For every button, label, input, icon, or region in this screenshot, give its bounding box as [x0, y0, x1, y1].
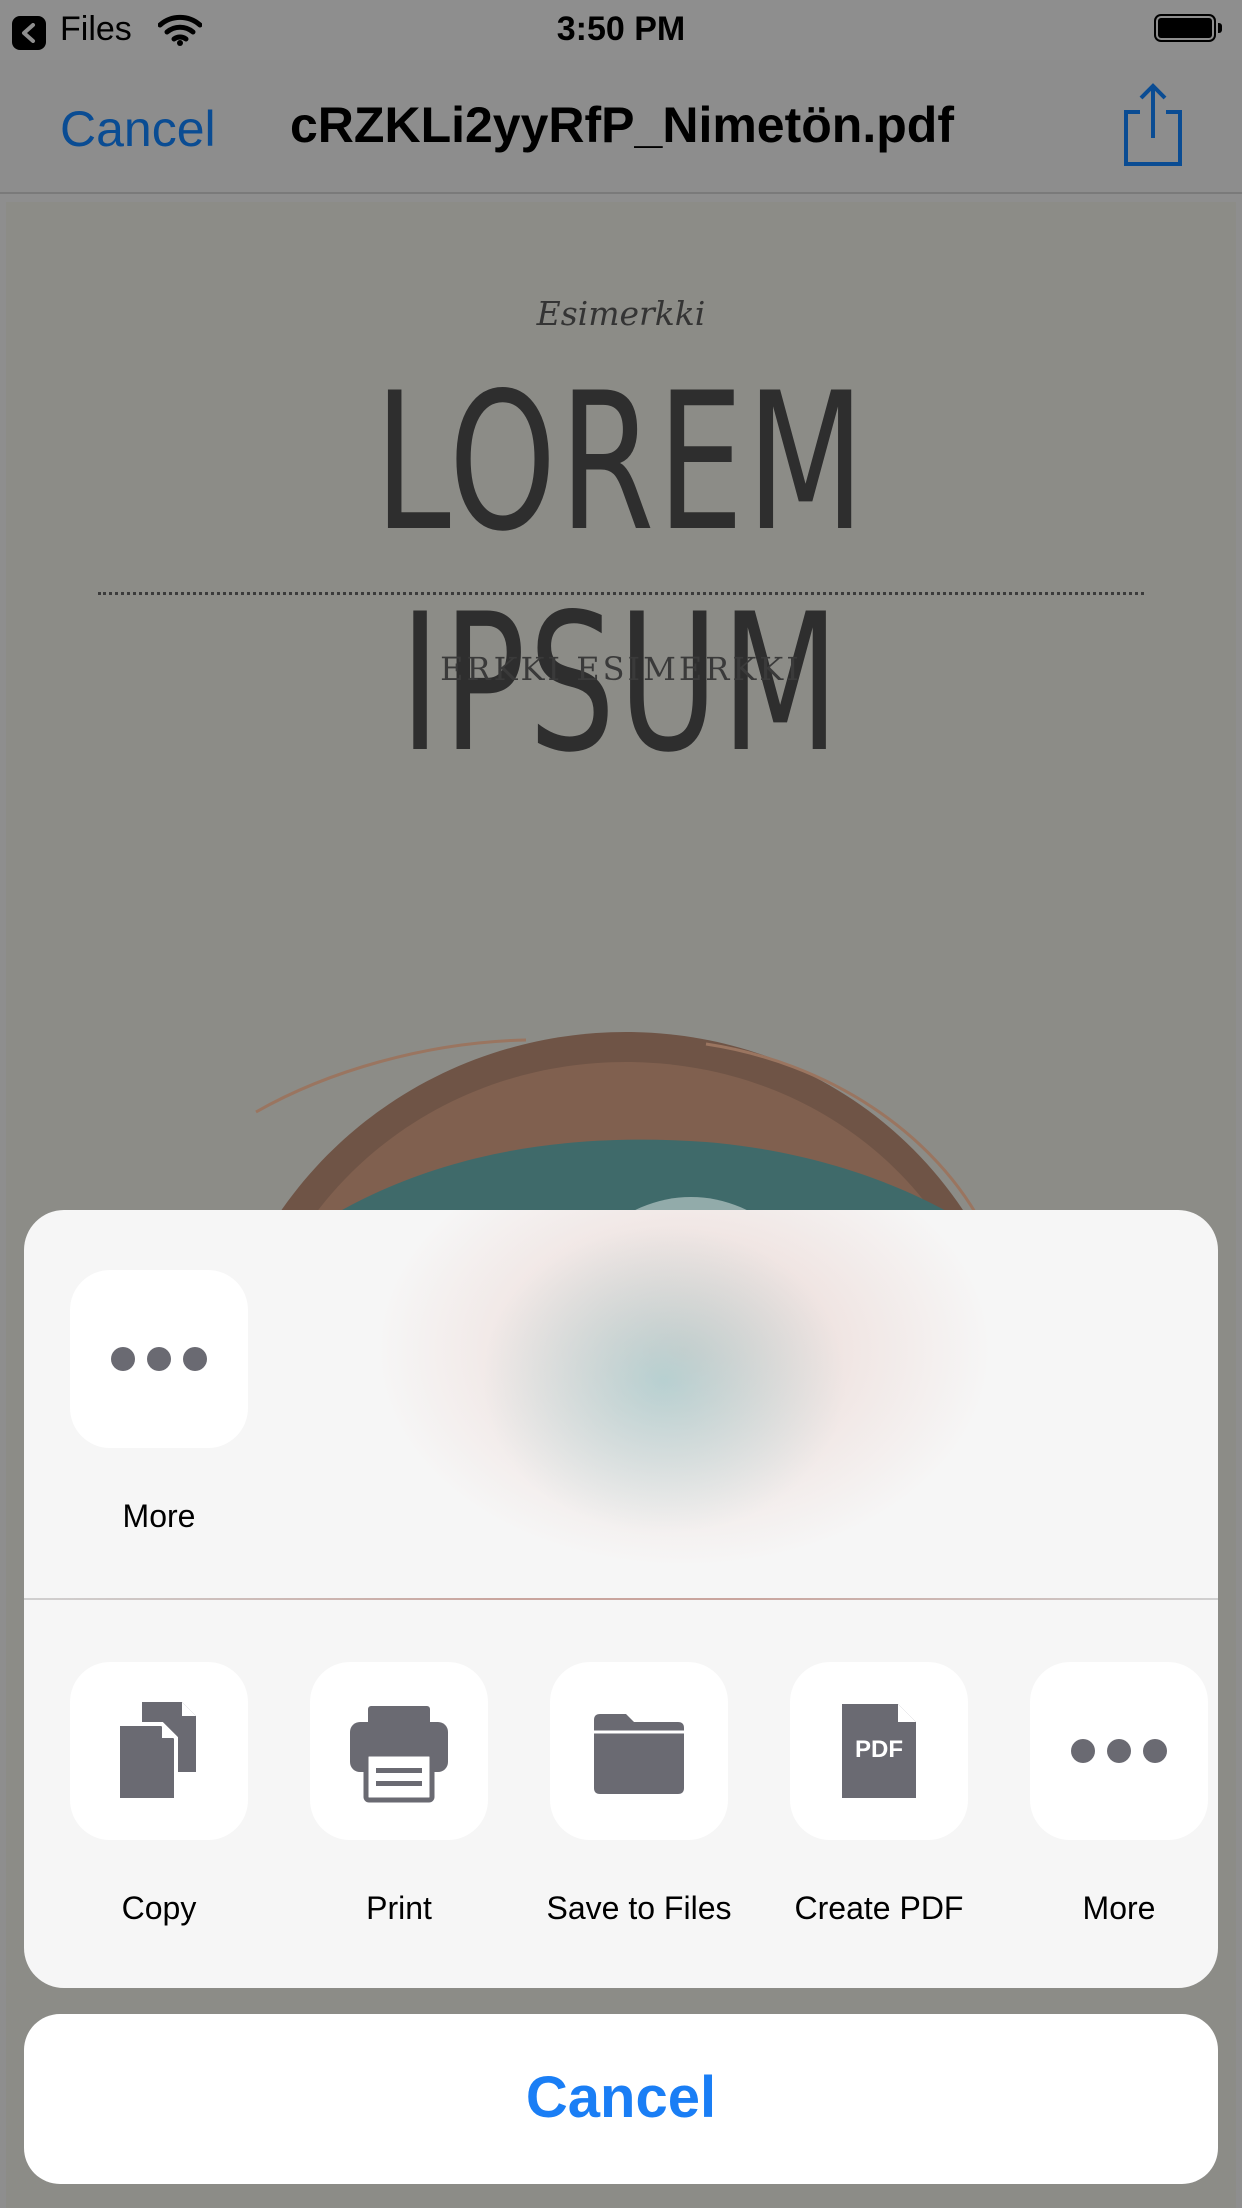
create-pdf-action-button[interactable]: PDF Create PDF: [790, 1662, 968, 1927]
share-sheet-cancel-label: Cancel: [525, 2065, 717, 2130]
create-pdf-action-label: Create PDF: [794, 1890, 964, 1926]
save-to-files-action-tile[interactable]: [550, 1662, 728, 1840]
create-pdf-action-tile[interactable]: PDF: [790, 1662, 968, 1840]
share-sheet-divider: [24, 1598, 1218, 1600]
copy-icon: [116, 1702, 196, 1802]
share-top-more-label: More: [122, 1498, 196, 1534]
folder-icon: [594, 1714, 684, 1794]
print-action-tile[interactable]: [310, 1662, 488, 1840]
print-action-label: Print: [366, 1890, 432, 1926]
dotted-divider: [98, 592, 1144, 595]
battery-icon: [1154, 14, 1224, 44]
navigation-bar: Cancel cRZKLi2yyRfP_Nimetön.pdf: [0, 60, 1242, 194]
share-sheet-cancel-button[interactable]: Cancel: [24, 2014, 1218, 2184]
nav-cancel-button[interactable]: Cancel: [60, 100, 216, 158]
share-icon[interactable]: [1122, 82, 1184, 168]
share-top-more-tile[interactable]: [70, 1270, 248, 1448]
more-icon: [1071, 1739, 1167, 1763]
status-time: 3:50 PM: [556, 10, 686, 48]
document-heading: LOREM IPSUM: [374, 352, 868, 794]
more-action-tile[interactable]: [1030, 1662, 1208, 1840]
document-author: ERKKI ESIMERKKI: [440, 650, 802, 688]
share-top-more-button[interactable]: More: [70, 1270, 248, 1535]
document-eyebrow: Esimerkki: [536, 294, 706, 333]
document-title: cRZKLi2yyRfP_Nimetön.pdf: [290, 97, 954, 153]
more-action-label: More: [1082, 1890, 1156, 1926]
save-to-files-action-label: Save to Files: [546, 1890, 732, 1926]
share-sheet: More Copy Print Save to Files PDF Create…: [24, 1210, 1218, 1988]
copy-action-tile[interactable]: [70, 1662, 248, 1840]
print-action-button[interactable]: Print: [310, 1662, 488, 1927]
more-icon: [111, 1347, 207, 1371]
copy-action-label: Copy: [121, 1890, 197, 1926]
pdf-icon-badge: PDF: [855, 1736, 903, 1763]
status-bar: Files 3:50 PM: [0, 0, 1242, 60]
printer-icon: [350, 1706, 448, 1803]
more-action-button[interactable]: More: [1030, 1662, 1208, 1927]
save-to-files-action-button[interactable]: Save to Files: [547, 1662, 731, 1927]
copy-action-button[interactable]: Copy: [70, 1662, 248, 1927]
